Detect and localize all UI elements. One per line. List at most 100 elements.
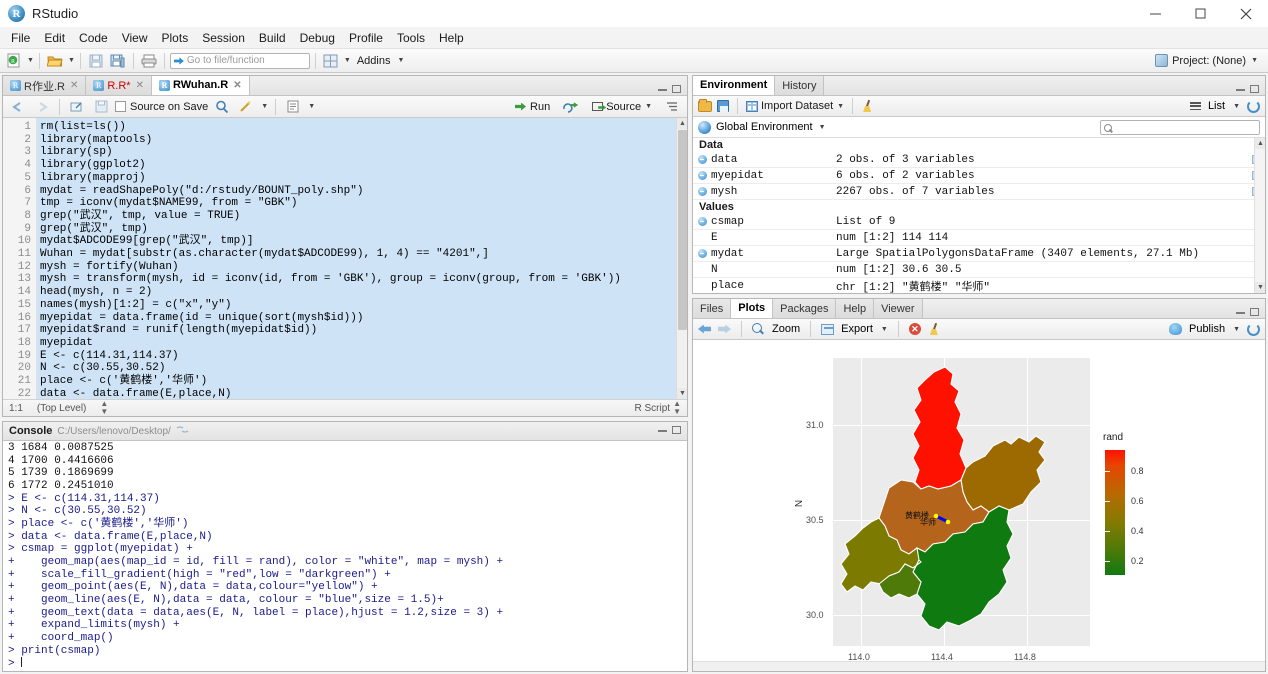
maximize-pane-icon[interactable] xyxy=(672,426,681,434)
tab-files[interactable]: Files xyxy=(693,299,732,318)
source-editor-body[interactable]: 1234567891011121314151617181920212223 rm… xyxy=(3,118,687,399)
goto-file-function-input[interactable]: Go to file/function xyxy=(169,52,310,69)
import-dropdown-icon[interactable]: ▼ xyxy=(837,103,844,110)
expand-toggle[interactable] xyxy=(693,217,711,226)
tab-history[interactable]: History xyxy=(775,76,825,95)
save-icon[interactable] xyxy=(91,97,111,117)
plot-horizontal-scrollbar[interactable] xyxy=(693,661,1265,671)
save-button[interactable] xyxy=(86,51,106,71)
find-replace-icon[interactable] xyxy=(212,97,232,117)
menu-help[interactable]: Help xyxy=(432,29,471,47)
print-button[interactable] xyxy=(139,51,159,71)
source-dropdown-icon[interactable]: ▼ xyxy=(645,103,652,110)
import-dataset-button[interactable]: Import Dataset ▼ xyxy=(746,100,844,112)
environment-row[interactable]: mysh 2267 obs. of 7 variables xyxy=(693,184,1265,200)
addins-dropdown-icon[interactable]: ▼ xyxy=(397,57,404,64)
code-line[interactable]: library(mapproj) xyxy=(37,172,687,185)
menu-edit[interactable]: Edit xyxy=(37,29,72,47)
minimize-pane-icon[interactable] xyxy=(658,429,667,432)
console-working-directory[interactable]: C:/Users/lenovo/Desktop/ xyxy=(57,426,170,437)
scroll-up-arrow-icon[interactable]: ▲ xyxy=(677,118,687,129)
environment-row[interactable]: mydat Large SpatialPolygonsDataFrame (340… xyxy=(693,246,1265,262)
publish-dropdown-icon[interactable]: ▼ xyxy=(1233,326,1240,333)
editor-scrollbar[interactable]: ▲ ▼ xyxy=(676,118,687,399)
tab-packages[interactable]: Packages xyxy=(773,299,837,318)
scroll-down-arrow-icon[interactable]: ▼ xyxy=(1255,282,1265,293)
expand-toggle[interactable] xyxy=(693,155,711,164)
scope-updown-icon[interactable]: ▲ ▼ xyxy=(100,400,108,416)
code-line[interactable]: mysh = fortify(Wuhan) xyxy=(37,261,687,274)
maximize-button[interactable] xyxy=(1178,0,1223,28)
plot-display-area[interactable]: 黄鹤楼 华师 31.0 30.5 30.0 N 114.0 114.4 114.… xyxy=(693,340,1265,671)
export-dropdown-icon[interactable]: ▼ xyxy=(881,326,888,333)
project-indicator[interactable]: Project: (None) ▼ xyxy=(1155,54,1264,67)
tab-help[interactable]: Help xyxy=(836,299,875,318)
remove-plot-icon[interactable]: ✕ xyxy=(908,323,921,335)
compile-dropdown-icon[interactable]: ▼ xyxy=(308,103,315,110)
expand-toggle[interactable] xyxy=(693,187,711,196)
next-plot-icon[interactable] xyxy=(718,323,731,336)
code-line[interactable]: place <- c('黄鹤楼','华师') xyxy=(37,375,687,388)
code-line[interactable]: names(mysh)[1:2] = c("x","y") xyxy=(37,299,687,312)
close-icon[interactable]: ✕ xyxy=(70,80,78,91)
tab-environment[interactable]: Environment xyxy=(693,76,776,95)
menu-tools[interactable]: Tools xyxy=(390,29,432,47)
code-line[interactable]: myepidat = data.frame(id = unique(sort(m… xyxy=(37,312,687,325)
code-line[interactable]: library(sp) xyxy=(37,146,687,159)
code-line[interactable]: mydat = readShapePoly("d:/rstudy/BOUNT_p… xyxy=(37,185,687,198)
back-arrow-icon[interactable] xyxy=(8,97,28,117)
new-file-dropdown-icon[interactable]: ▼ xyxy=(27,57,34,64)
export-label[interactable]: Export xyxy=(841,323,873,335)
save-all-button[interactable] xyxy=(108,51,128,71)
code-line[interactable]: grep("武汉", tmp, value = TRUE) xyxy=(37,210,687,223)
zoom-label[interactable]: Zoom xyxy=(772,323,800,335)
code-line[interactable]: data <- data.frame(E,place,N) xyxy=(37,388,687,399)
menu-code[interactable]: Code xyxy=(72,29,115,47)
minimize-pane-icon[interactable] xyxy=(658,88,667,91)
refresh-icon[interactable] xyxy=(1247,99,1260,113)
menu-plots[interactable]: Plots xyxy=(155,29,196,47)
menu-view[interactable]: View xyxy=(115,29,155,47)
code-tools-dropdown-icon[interactable]: ▼ xyxy=(261,103,268,110)
code-line[interactable]: myepidat$rand = runif(length(myepidat$id… xyxy=(37,324,687,337)
source-on-save-checkbox[interactable] xyxy=(115,101,126,112)
menu-session[interactable]: Session xyxy=(195,29,252,47)
code-line[interactable]: library(maptools) xyxy=(37,134,687,147)
maximize-pane-icon[interactable] xyxy=(1250,85,1259,93)
expand-circle-icon[interactable] xyxy=(697,217,707,226)
run-button[interactable]: Run xyxy=(512,100,553,114)
menu-profile[interactable]: Profile xyxy=(342,29,390,47)
close-icon[interactable]: ✕ xyxy=(233,80,241,91)
filetype-updown-icon[interactable]: ▲ ▼ xyxy=(673,400,681,416)
maximize-pane-icon[interactable] xyxy=(1250,308,1259,316)
menu-file[interactable]: File xyxy=(4,29,37,47)
source-tab-rwuhan[interactable]: R RWuhan.R ✕ xyxy=(151,76,250,95)
environment-row[interactable]: myepidat 6 obs. of 2 variables xyxy=(693,168,1265,184)
view-mode-dropdown-icon[interactable]: ▼ xyxy=(1233,103,1240,110)
view-mode-label[interactable]: List xyxy=(1208,100,1225,112)
minimize-button[interactable] xyxy=(1133,0,1178,28)
refresh-icon[interactable] xyxy=(1247,322,1260,336)
source-tab-r[interactable]: R R.R* ✕ xyxy=(86,76,152,95)
new-file-button[interactable]: R xyxy=(4,51,24,71)
expand-toggle[interactable] xyxy=(693,249,711,258)
scroll-up-arrow-icon[interactable]: ▲ xyxy=(1255,138,1265,149)
environment-row[interactable]: Nnum [1:2] 30.6 30.5 xyxy=(693,262,1265,278)
scope-selector[interactable]: (Top Level) xyxy=(37,403,86,414)
save-icon[interactable] xyxy=(717,100,729,112)
code-line[interactable]: rm(list=ls()) xyxy=(37,121,687,134)
environment-scrollbar[interactable]: ▲ ▼ xyxy=(1254,138,1265,293)
export-icon[interactable] xyxy=(821,323,835,335)
file-type-selector[interactable]: R Script xyxy=(635,403,671,414)
tab-plots[interactable]: Plots xyxy=(731,299,774,318)
rerun-icon[interactable] xyxy=(560,97,582,117)
close-button[interactable] xyxy=(1223,0,1268,28)
console-output[interactable]: 3 1684 0.0087525 4 1700 0.4416606 5 1739 0… xyxy=(3,441,687,671)
scroll-down-arrow-icon[interactable]: ▼ xyxy=(677,388,687,399)
open-file-dropdown-icon[interactable]: ▼ xyxy=(68,57,75,64)
environment-row[interactable]: data 2 obs. of 3 variables xyxy=(693,152,1265,168)
menu-debug[interactable]: Debug xyxy=(293,29,342,47)
expand-toggle[interactable] xyxy=(693,171,711,180)
code-line[interactable]: N <- c(30.55,30.52) xyxy=(37,362,687,375)
menu-build[interactable]: Build xyxy=(252,29,293,47)
